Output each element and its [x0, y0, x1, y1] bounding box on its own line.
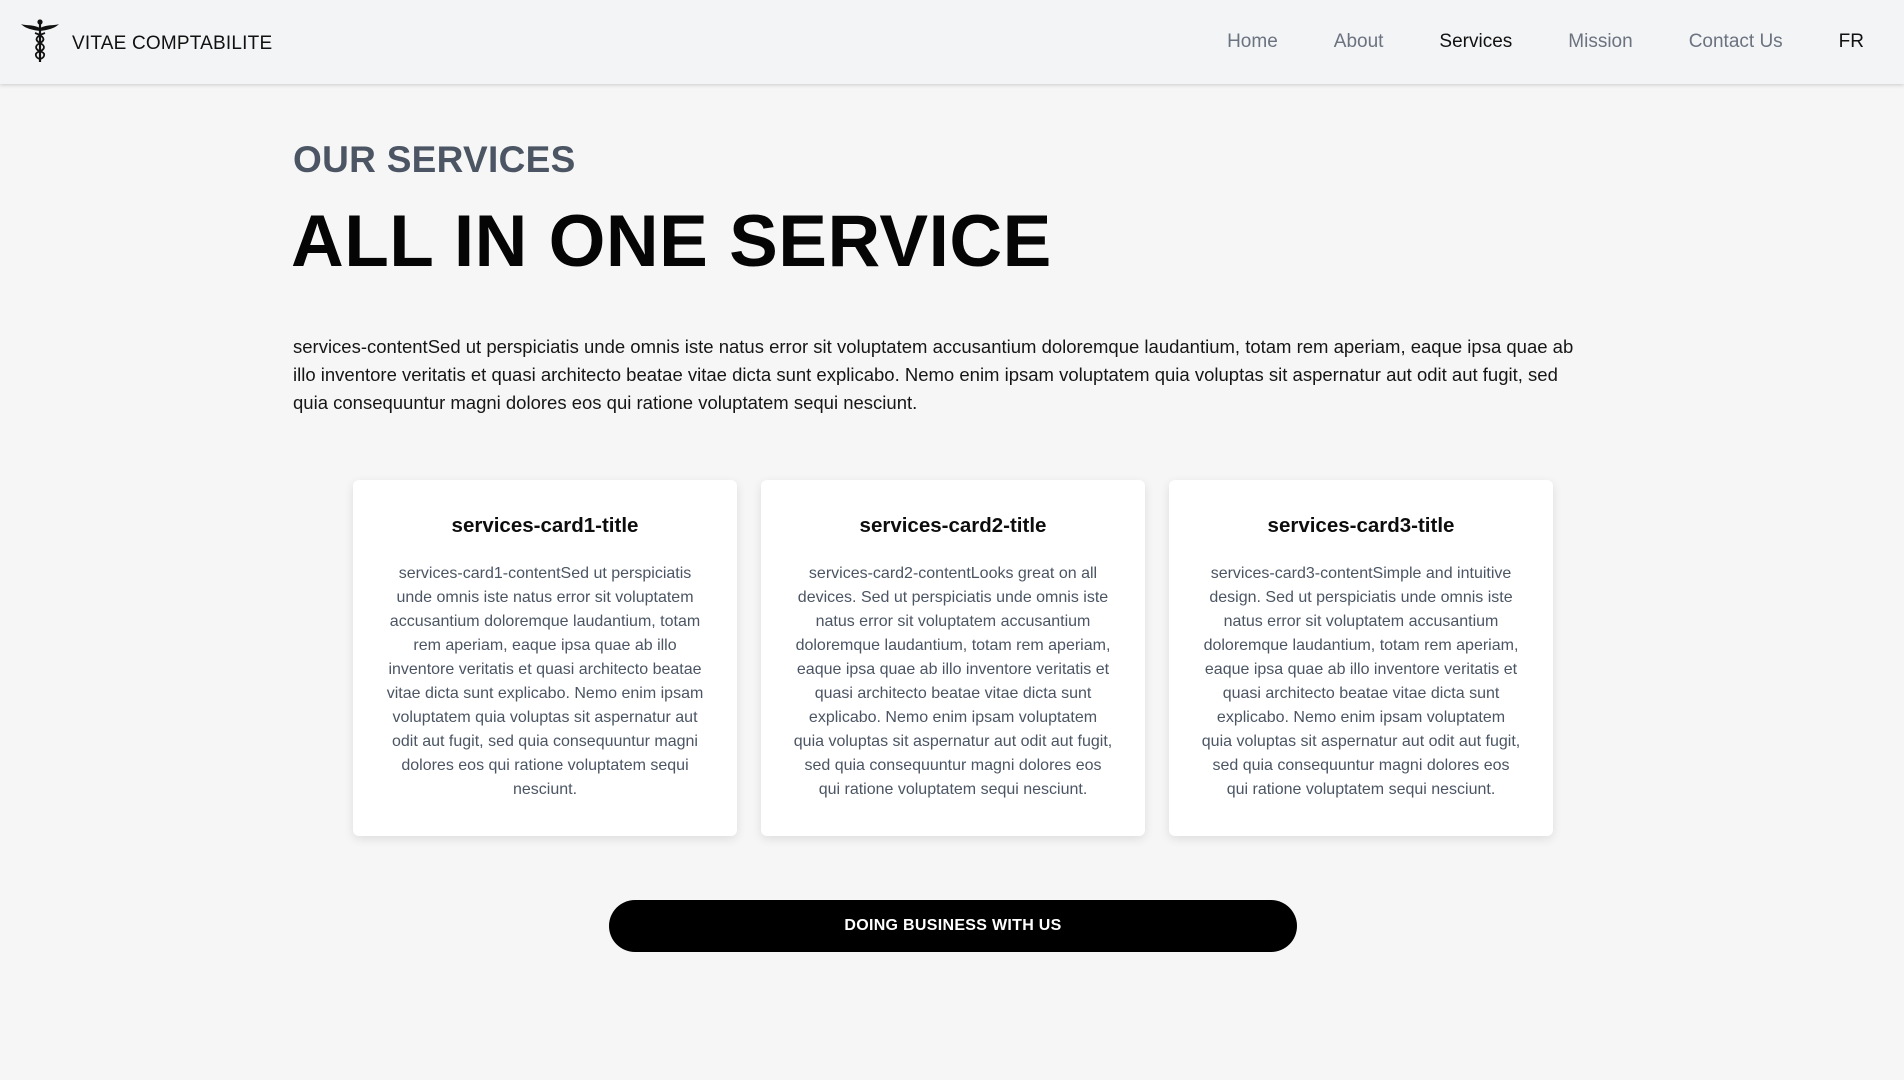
- nav-contact-link[interactable]: Contact Us: [1689, 31, 1783, 53]
- nav-mission-link[interactable]: Mission: [1568, 31, 1632, 53]
- top-navbar: VITAE COMPTABILITE Home About Services M…: [0, 0, 1904, 84]
- services-cards: services-card1-title services-card1-cont…: [353, 480, 1553, 836]
- service-card-2: services-card2-title services-card2-cont…: [761, 480, 1145, 836]
- page-title: ALL IN ONE SERVICE: [291, 201, 1052, 282]
- card-text: services-card3-contentSimple and intuiti…: [1201, 565, 1521, 798]
- doing-business-button[interactable]: DOING BUSINESS WITH US: [609, 900, 1297, 952]
- section-label: OUR SERVICES: [293, 139, 576, 180]
- card-title: services-card2-title: [859, 514, 1047, 537]
- card-text: services-card1-contentSed ut perspiciati…: [386, 565, 704, 798]
- caduceus-icon: [20, 18, 60, 69]
- language-toggle[interactable]: FR: [1839, 31, 1864, 53]
- nav-home-link[interactable]: Home: [1227, 31, 1278, 53]
- service-card-1: services-card1-title services-card1-cont…: [353, 480, 737, 836]
- brand-name: VITAE COMPTABILITE: [72, 32, 273, 54]
- nav-about-link[interactable]: About: [1334, 31, 1384, 53]
- card-text: services-card2-contentLooks great on all…: [793, 565, 1113, 798]
- card-title: services-card1-title: [451, 514, 639, 537]
- brand[interactable]: VITAE COMPTABILITE: [20, 18, 272, 69]
- services-intro: services-contentSed ut perspiciatis unde…: [293, 336, 1574, 413]
- card-title: services-card3-title: [1267, 514, 1455, 537]
- nav-services-link[interactable]: Services: [1439, 31, 1512, 53]
- main-nav: Home About Services Mission Contact Us F…: [1171, 0, 1864, 84]
- service-card-3: services-card3-title services-card3-cont…: [1169, 480, 1553, 836]
